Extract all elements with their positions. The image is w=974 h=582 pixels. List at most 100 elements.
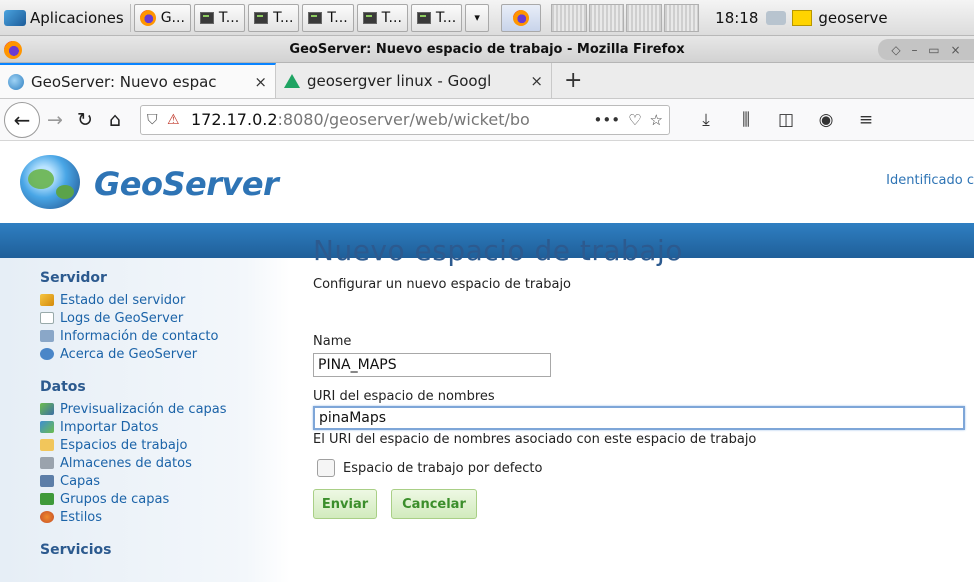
insecure-lock-icon[interactable]: ⚠ bbox=[167, 112, 187, 128]
sidebar-item-server-status[interactable]: Estado del servidor bbox=[40, 291, 290, 309]
terminal-icon bbox=[416, 11, 431, 24]
tab-geoserver[interactable]: GeoServer: Nuevo espac × bbox=[0, 63, 276, 98]
page-description: Configurar un nuevo espacio de trabajo bbox=[313, 277, 572, 292]
workspace-slot[interactable] bbox=[663, 3, 700, 32]
uri-field[interactable] bbox=[313, 406, 965, 430]
url-bar[interactable]: ⛉ ⚠ 172.17.0.2 :8080/geoserver/web/wicke… bbox=[140, 104, 670, 135]
cancel-button[interactable]: Cancelar bbox=[391, 489, 477, 519]
uri-help-text: El URI del espacio de nombres asociado c… bbox=[313, 432, 757, 447]
taskbar-window-label: T... bbox=[327, 9, 348, 26]
notes-icon[interactable] bbox=[792, 9, 813, 26]
taskbar-firefox-launcher[interactable] bbox=[501, 3, 542, 32]
terminal-icon bbox=[254, 11, 269, 24]
workspace-slot[interactable] bbox=[551, 3, 587, 32]
tracking-shield-icon[interactable]: ⛉ bbox=[147, 112, 167, 128]
toolbar-right: ⤓ ⫼ ◫ ◉ ≡ bbox=[686, 110, 886, 130]
submit-button[interactable]: Enviar bbox=[313, 489, 377, 519]
sidebar-item-workspaces[interactable]: Espacios de trabajo bbox=[40, 436, 290, 454]
default-workspace-option[interactable]: Espacio de trabajo por defecto bbox=[317, 459, 542, 477]
firefox-icon bbox=[139, 9, 156, 26]
tab-google-search[interactable]: geosergver linux - Googl × bbox=[276, 63, 552, 98]
workspace-slot[interactable] bbox=[626, 3, 662, 32]
applications-menu[interactable]: Aplicaciones bbox=[0, 3, 131, 32]
tab-label: geosergver linux - Googl bbox=[307, 71, 492, 90]
taskbar-window-terminal[interactable]: T... bbox=[356, 3, 408, 32]
taskbar-window-label: T... bbox=[381, 9, 402, 26]
sidebar-item-layer-groups[interactable]: Grupos de capas bbox=[40, 490, 290, 508]
taskbar-window-label: G... bbox=[160, 9, 185, 26]
taskbar-window-terminal[interactable]: T... bbox=[302, 3, 354, 32]
reload-button[interactable]: ↻ bbox=[70, 109, 100, 131]
account-icon[interactable]: ◉ bbox=[806, 110, 846, 130]
sidebar-item-import-data[interactable]: Importar Datos bbox=[40, 418, 290, 436]
name-label: Name bbox=[313, 334, 352, 349]
taskbar-window-label: T... bbox=[435, 9, 457, 26]
style-icon bbox=[40, 511, 54, 523]
maximize-icon[interactable]: ▭ bbox=[928, 43, 939, 57]
taskbar-window-terminal[interactable]: T... bbox=[410, 3, 463, 32]
name-field[interactable] bbox=[313, 353, 551, 377]
system-taskbar: Aplicaciones G... T... T... T... T... T.… bbox=[0, 0, 974, 36]
close-icon[interactable]: × bbox=[950, 43, 960, 57]
sidebar-item-contact[interactable]: Información de contacto bbox=[40, 327, 290, 345]
taskbar-window-terminal[interactable]: T... bbox=[248, 3, 300, 32]
sidebar-item-label: Capas bbox=[60, 473, 101, 489]
terminal-icon bbox=[362, 11, 377, 24]
sidebar-item-label: Estado del servidor bbox=[60, 292, 186, 308]
default-workspace-checkbox[interactable] bbox=[317, 459, 335, 477]
sidebar-item-layers[interactable]: Capas bbox=[40, 472, 290, 490]
taskbar-overflow-button[interactable]: ▾ bbox=[465, 3, 490, 32]
firefox-icon bbox=[4, 41, 22, 59]
new-tab-button[interactable]: + bbox=[552, 63, 594, 98]
terminal-icon bbox=[308, 11, 323, 24]
download-icon[interactable]: ⤓ bbox=[686, 110, 726, 130]
user-name[interactable]: geoserve bbox=[818, 9, 887, 27]
back-button[interactable]: ← bbox=[4, 101, 40, 138]
default-workspace-label: Espacio de trabajo por defecto bbox=[343, 460, 543, 476]
home-button[interactable]: ⌂ bbox=[100, 109, 130, 131]
network-icon[interactable] bbox=[766, 10, 787, 25]
tab-close-icon[interactable]: × bbox=[254, 73, 267, 91]
layers-icon bbox=[40, 475, 54, 487]
sidebar-item-label: Acerca de GeoServer bbox=[60, 346, 198, 362]
library-icon[interactable]: ⫼ bbox=[726, 110, 766, 130]
minimize-icon[interactable]: – bbox=[911, 43, 917, 57]
taskbar-window-label: T... bbox=[218, 9, 240, 26]
firefox-icon bbox=[513, 9, 530, 26]
sidebar-item-styles[interactable]: Estilos bbox=[40, 508, 290, 526]
geoserver-brand[interactable]: GeoServer bbox=[94, 165, 279, 203]
hamburger-menu-icon[interactable]: ≡ bbox=[846, 110, 886, 130]
sidebar-item-layer-preview[interactable]: Previsualización de capas bbox=[40, 400, 290, 418]
datastore-icon bbox=[40, 457, 54, 469]
applications-label: Aplicaciones bbox=[30, 8, 124, 27]
sidebar-item-stores[interactable]: Almacenes de datos bbox=[40, 454, 290, 472]
arrow-left-icon: ← bbox=[13, 107, 31, 132]
window-shade-icon[interactable]: ◇ bbox=[891, 43, 900, 57]
chevron-down-icon: ▾ bbox=[474, 11, 480, 24]
main-content: Nuevo espacio de trabajo Configurar un n… bbox=[313, 234, 974, 582]
login-status: Identificado c bbox=[886, 173, 974, 188]
info-icon bbox=[40, 348, 54, 360]
sidebar-item-label: Logs de GeoServer bbox=[60, 310, 184, 326]
taskbar-window-terminal[interactable]: T... bbox=[193, 3, 246, 32]
sidebar-item-label: Espacios de trabajo bbox=[60, 437, 188, 453]
sidebar-item-label: Almacenes de datos bbox=[60, 455, 192, 471]
sidebar-item-about[interactable]: Acerca de GeoServer bbox=[40, 345, 290, 363]
workspace-switcher[interactable] bbox=[549, 3, 700, 32]
sidebar-item-logs[interactable]: Logs de GeoServer bbox=[40, 309, 290, 327]
tab-close-icon[interactable]: × bbox=[530, 72, 543, 90]
window-title: GeoServer: Nuevo espacio de trabajo - Mo… bbox=[289, 41, 685, 57]
workspace-slot[interactable] bbox=[588, 3, 625, 32]
layer-preview-icon bbox=[40, 403, 54, 415]
sidebar-section-title: Servicios bbox=[40, 542, 112, 558]
sidebar-toggle-icon[interactable]: ◫ bbox=[766, 110, 806, 130]
url-path: :8080/geoserver/web/wicket/bo bbox=[277, 110, 530, 129]
bookmark-star-icon[interactable]: ☆ bbox=[650, 111, 663, 129]
forward-button[interactable]: → bbox=[40, 109, 70, 131]
warning-icon bbox=[40, 294, 54, 306]
geoserver-logo-icon[interactable] bbox=[20, 155, 80, 209]
uri-label: URI del espacio de nombres bbox=[313, 389, 495, 404]
page-actions-icon[interactable]: ••• bbox=[594, 111, 621, 129]
pocket-icon[interactable]: ♡ bbox=[628, 111, 641, 129]
taskbar-window-firefox[interactable]: G... bbox=[133, 3, 191, 32]
